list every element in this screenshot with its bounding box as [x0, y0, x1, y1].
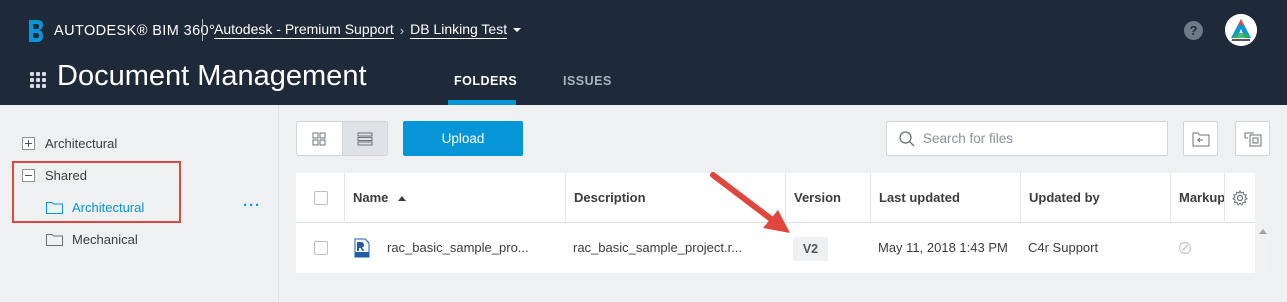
version-badge[interactable]: V2 [793, 237, 828, 261]
file-name[interactable]: rac_basic_sample_pro... [387, 223, 555, 273]
row-checkbox[interactable] [314, 241, 328, 255]
grid-view-icon [312, 132, 326, 145]
brand-name: AUTODESK® BIM 360° [54, 23, 216, 39]
tree-item-label: Mechanical [72, 232, 138, 247]
updated-by: C4r Support [1028, 240, 1099, 255]
tab-issues[interactable]: ISSUES [563, 74, 612, 88]
tree-item-mechanical[interactable]: Mechanical [46, 232, 138, 247]
app-switcher-icon[interactable] [30, 72, 46, 88]
column-settings-button[interactable] [1224, 173, 1255, 223]
column-header-name[interactable]: Name [344, 173, 565, 223]
search-field[interactable]: Search for files [886, 121, 1168, 156]
list-view-button[interactable] [341, 122, 387, 155]
rvt-file-icon [354, 238, 370, 258]
table-header: Name Description Version Last updated Up… [296, 173, 1255, 223]
breadcrumb-project[interactable]: DB Linking Test [410, 21, 508, 39]
folder-move-icon [1192, 132, 1209, 146]
upload-button[interactable]: Upload [403, 121, 523, 156]
search-icon [899, 130, 915, 146]
help-icon[interactable]: ? [1184, 21, 1203, 40]
view-toggle [296, 121, 388, 156]
list-view-icon [357, 132, 373, 145]
folder-icon [46, 233, 63, 246]
tree-item-architectural[interactable]: Architectural [22, 136, 117, 151]
copy-export-icon [1244, 132, 1261, 146]
select-all-checkbox[interactable] [314, 191, 328, 205]
page-title: Document Management [57, 60, 367, 92]
markup-icon[interactable] [1178, 241, 1192, 255]
column-header-last-updated[interactable]: Last updated [870, 173, 1020, 223]
move-to-folder-button[interactable] [1183, 121, 1218, 156]
app-header: AUTODESK® BIM 360° Autodesk - Premium Su… [0, 0, 1287, 105]
tree-item-label: Architectural [45, 136, 118, 151]
file-table: Name Description Version Last updated Up… [296, 173, 1255, 273]
column-header-version[interactable]: Version [785, 173, 870, 223]
scroll-up-icon[interactable] [1259, 229, 1267, 234]
caret-down-icon[interactable] [513, 28, 522, 32]
breadcrumb: Autodesk - Premium Support › DB Linking … [214, 21, 522, 39]
brand[interactable]: AUTODESK® BIM 360° [28, 16, 215, 46]
last-updated: May 11, 2018 1:43 PM [878, 240, 1008, 255]
column-header-description[interactable]: Description [565, 173, 785, 223]
file-description: rac_basic_sample_project.r... [573, 240, 743, 255]
tab-folders[interactable]: FOLDERS [454, 74, 517, 88]
sort-ascending-icon [398, 196, 407, 202]
autodesk-logo-icon [1225, 14, 1257, 46]
column-header-markup[interactable]: Markup [1170, 173, 1224, 223]
annotation-highlight-box [12, 161, 181, 223]
more-options-icon[interactable]: ··· [243, 197, 261, 214]
breadcrumb-account[interactable]: Autodesk - Premium Support [214, 21, 394, 39]
gear-icon [1232, 190, 1248, 206]
avatar[interactable] [1225, 14, 1257, 46]
chevron-right-icon: › [399, 22, 405, 38]
header-divider [202, 19, 203, 41]
export-button[interactable] [1235, 121, 1270, 156]
grid-view-button[interactable] [297, 122, 342, 155]
column-header-updated-by[interactable]: Updated by [1020, 173, 1170, 223]
bim360-logo-icon [29, 20, 43, 42]
search-input[interactable]: Search for files [923, 131, 1013, 146]
expand-icon[interactable] [22, 137, 35, 150]
